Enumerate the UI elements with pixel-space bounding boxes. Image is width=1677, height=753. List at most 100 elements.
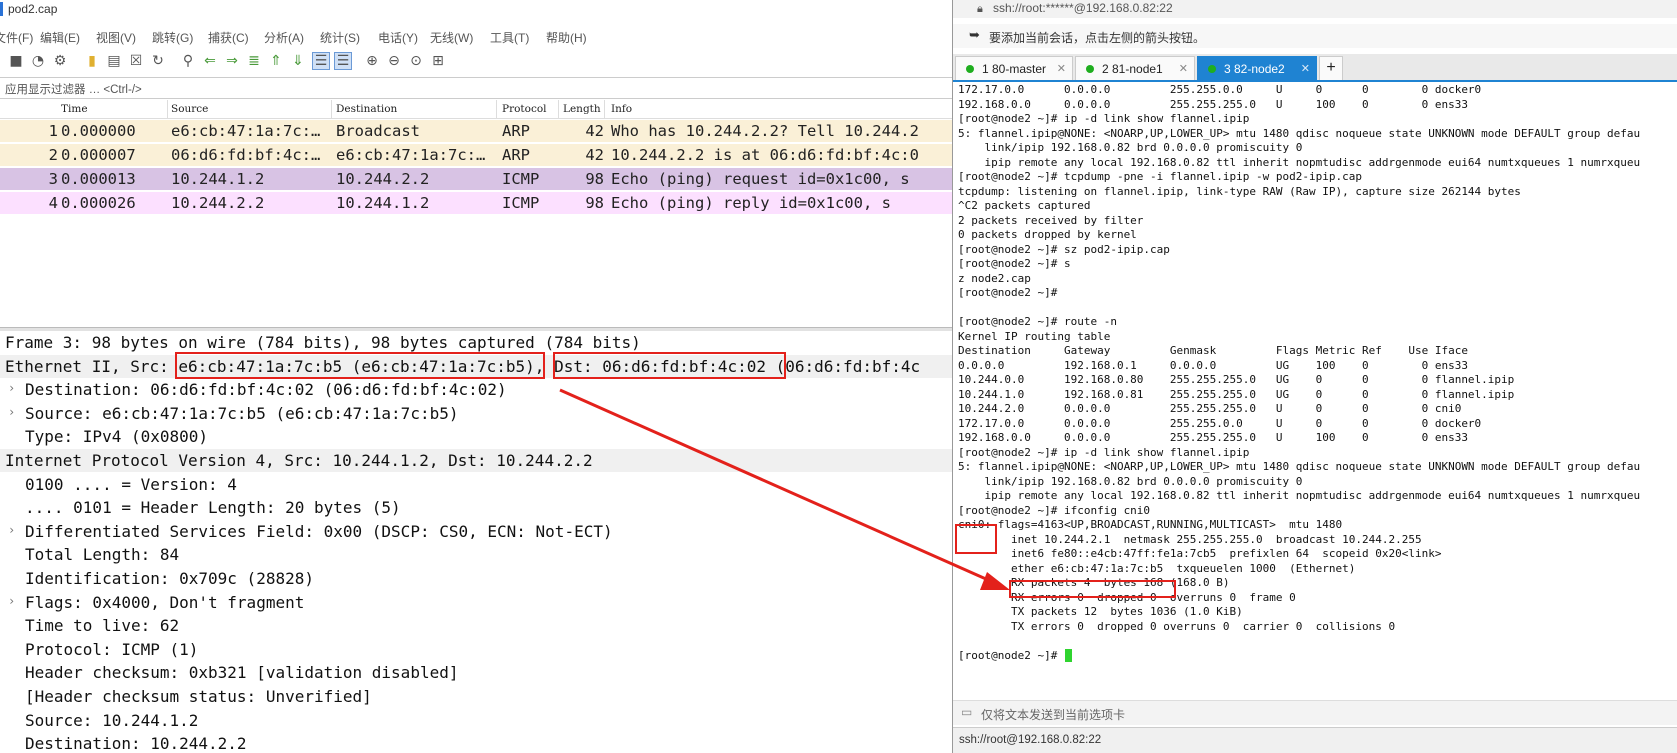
packet-time: 0.000007 [61, 146, 136, 164]
add-session-arrow-icon[interactable]: ➥ [969, 28, 980, 43]
column-destination[interactable]: Destination [336, 103, 397, 115]
menu-go[interactable]: 跳转(G) [152, 29, 193, 46]
terminal-line: tcpdump: listening on flannel.ipip, link… [958, 184, 1521, 198]
menu-telephony[interactable]: 电话(Y) [378, 29, 418, 46]
column-protocol[interactable]: Protocol [502, 103, 547, 115]
terminal-line: link/ipip 192.168.0.82 brd 0.0.0.0 promi… [958, 141, 1303, 154]
packet-protocol: ICMP [502, 194, 540, 212]
detail-field[interactable]: Protocol: ICMP (1) [0, 638, 952, 661]
packet-protocol: ARP [502, 122, 530, 140]
detail-text: Header checksum: 0xb321 [validation disa… [25, 663, 459, 683]
detail-field[interactable]: › Destination: 06:d6:fd:bf:4c:02 (06:d6:f… [0, 378, 952, 401]
packet-source: 10.244.2.2 [171, 194, 265, 212]
menu-tools[interactable]: 工具(T) [490, 29, 529, 46]
packet-row[interactable]: 2 0.000007 06:d6:fd:bf:4c:… e6:cb:47:1a:7c:… [0, 144, 952, 166]
detail-text: Frame 3: 98 bytes on wire (784 bits), 98… [5, 333, 641, 352]
address-bar[interactable]: 🔒︎ ssh://root:******@192.168.0.82:22 [953, 0, 1677, 18]
detail-field[interactable]: Identification: 0x709c (28828) [0, 567, 952, 590]
terminal-line: z node2.cap [958, 271, 1031, 285]
detail-text: [Header checksum status: Unverified] [25, 687, 372, 706]
detail-field[interactable]: › Source: e6:cb:47:1a:7c:b5 (e6:cb:47:1a:… [0, 402, 952, 425]
tab-81-node1[interactable]: 2 81-node1 ✕ [1075, 56, 1195, 80]
detail-field[interactable]: Total Length: 84 [0, 543, 952, 566]
detail-field[interactable]: Header checksum: 0xb321 [validation disa… [0, 661, 952, 684]
terminal-line: Destination Gateway Genmask Flags Metric… [958, 344, 1468, 357]
expand-arrow-icon[interactable]: › [8, 381, 15, 395]
last-packet-icon[interactable]: ⇓ [290, 53, 306, 69]
column-length[interactable]: Length [563, 103, 601, 115]
menu-bar: 文件(F) 编辑(E) 视图(V) 跳转(G) 捕获(C) 分析(A) 统计(S… [0, 25, 952, 47]
save-file-icon[interactable]: ▤ [106, 53, 122, 69]
zoom-in-icon[interactable]: ⊕ [364, 53, 380, 69]
packet-list-header: Time Source Destination Protocol Length … [0, 100, 952, 119]
restart-capture-icon[interactable]: ◔ [30, 53, 46, 69]
packet-length: 98 [585, 194, 604, 212]
packet-protocol: ICMP [502, 170, 540, 188]
close-tab-icon[interactable]: ✕ [1301, 62, 1310, 75]
close-tab-icon[interactable]: ✕ [1179, 62, 1188, 75]
resize-columns-icon[interactable]: ⊞ [430, 53, 446, 69]
main-toolbar: ■ ◔ ⚙ ▮ ▤ ☒ ↻ ⚲ ⇐ ⇒ ≣ ⇑ ⇓ ☰ ☰ ⊕ ⊖ ⊙ ⊞ [0, 50, 952, 76]
detail-field[interactable]: Frame 3: 98 bytes on wire (784 bits), 98… [0, 331, 952, 354]
detail-field[interactable]: [Header checksum status: Unverified] [0, 685, 952, 708]
terminal-line: 5: flannel.ipip@NONE: <NOARP,UP,LOWER_UP… [958, 126, 1641, 140]
detail-field[interactable]: Type: IPv4 (0x0800) [0, 425, 952, 448]
connected-status-icon [1208, 65, 1216, 73]
expand-arrow-icon[interactable]: › [8, 594, 15, 608]
menu-view[interactable]: 视图(V) [96, 29, 136, 46]
stop-capture-icon[interactable]: ■ [8, 53, 24, 69]
menu-help[interactable]: 帮助(H) [546, 29, 587, 46]
normal-size-icon[interactable]: ⊙ [408, 53, 424, 69]
packet-row[interactable]: 3 0.000013 10.244.1.2 10.244.2.2 ICMP 98 Echo … [0, 168, 952, 190]
column-time[interactable]: Time [61, 103, 88, 115]
menu-wireless[interactable]: 无线(W) [430, 29, 473, 46]
new-tab-button[interactable]: + [1319, 56, 1343, 80]
menu-edit[interactable]: 编辑(E) [40, 29, 80, 46]
close-tab-icon[interactable]: ✕ [1057, 62, 1066, 75]
go-back-icon[interactable]: ⇐ [202, 53, 218, 69]
packet-length: 42 [585, 146, 604, 164]
close-file-icon[interactable]: ☒ [128, 53, 144, 69]
column-source[interactable]: Source [171, 103, 208, 115]
display-filter-placeholder: 应用显示过滤器 … <Ctrl-/> [5, 84, 142, 96]
annotation-ether-mac-box [1009, 580, 1176, 598]
detail-section-header[interactable]: Internet Protocol Version 4, Src: 10.244… [0, 449, 952, 472]
terminal-line: [root@node2 ~]# sz pod2-ipip.cap [958, 242, 1170, 256]
menu-analyze[interactable]: 分析(A) [264, 29, 304, 46]
zoom-out-icon[interactable]: ⊖ [386, 53, 402, 69]
detail-field[interactable]: › Flags: 0x4000, Don't fragment [0, 591, 952, 614]
detail-field[interactable]: .... 0101 = Header Length: 20 bytes (5) [0, 496, 952, 519]
detail-text: Internet Protocol Version 4, Src: 10.244… [5, 451, 593, 470]
terminal-cursor [1065, 648, 1072, 662]
send-text-icon: ▭ [961, 705, 973, 719]
send-to-tab-bar[interactable]: ▭ 仅将文本发送到当前选项卡 [953, 700, 1677, 725]
menu-statistics[interactable]: 统计(S) [320, 29, 360, 46]
menu-file[interactable]: 文件(F) [0, 29, 33, 46]
capture-options-icon[interactable]: ⚙ [52, 53, 68, 69]
display-filter-input[interactable]: 应用显示过滤器 … <Ctrl-/> [0, 77, 952, 99]
reload-file-icon[interactable]: ↻ [150, 53, 166, 69]
detail-text: 0100 .... = Version: 4 [25, 474, 237, 494]
expand-arrow-icon[interactable]: › [8, 405, 15, 419]
go-forward-icon[interactable]: ⇒ [224, 53, 240, 69]
colorize-icon[interactable]: ☰ [334, 52, 352, 70]
packet-time: 0.000026 [61, 194, 136, 212]
tab-82-node2[interactable]: 3 82-node2 ✕ [1197, 56, 1317, 80]
tab-80-master[interactable]: 1 80-master ✕ [955, 56, 1073, 80]
detail-field[interactable]: Time to live: 62 [0, 614, 952, 637]
detail-field[interactable]: Destination: 10.244.2.2 [0, 732, 952, 753]
first-packet-icon[interactable]: ⇑ [268, 53, 284, 69]
packet-row[interactable]: 4 0.000026 10.244.2.2 10.244.1.2 ICMP 98 Echo … [0, 192, 952, 214]
detail-field[interactable]: › Differentiated Services Field: 0x00 (DS… [0, 520, 952, 543]
find-packet-icon[interactable]: ⚲ [180, 53, 196, 69]
open-file-icon[interactable]: ▮ [84, 53, 100, 69]
terminal-output[interactable]: 172.17.0.0 0.0.0.0 255.255.0.0 U 0 0 0 d… [953, 82, 1677, 702]
detail-field[interactable]: 0100 .... = Version: 4 [0, 473, 952, 496]
detail-field[interactable]: Source: 10.244.1.2 [0, 709, 952, 732]
expand-arrow-icon[interactable]: › [8, 523, 15, 537]
column-info[interactable]: Info [611, 103, 632, 115]
go-to-packet-icon[interactable]: ≣ [246, 53, 262, 69]
auto-scroll-icon[interactable]: ☰ [312, 52, 330, 70]
menu-capture[interactable]: 捕获(C) [208, 29, 249, 46]
packet-row[interactable]: 1 0.000000 e6:cb:47:1a:7c:… Broadcast ARP 42 W… [0, 120, 952, 142]
